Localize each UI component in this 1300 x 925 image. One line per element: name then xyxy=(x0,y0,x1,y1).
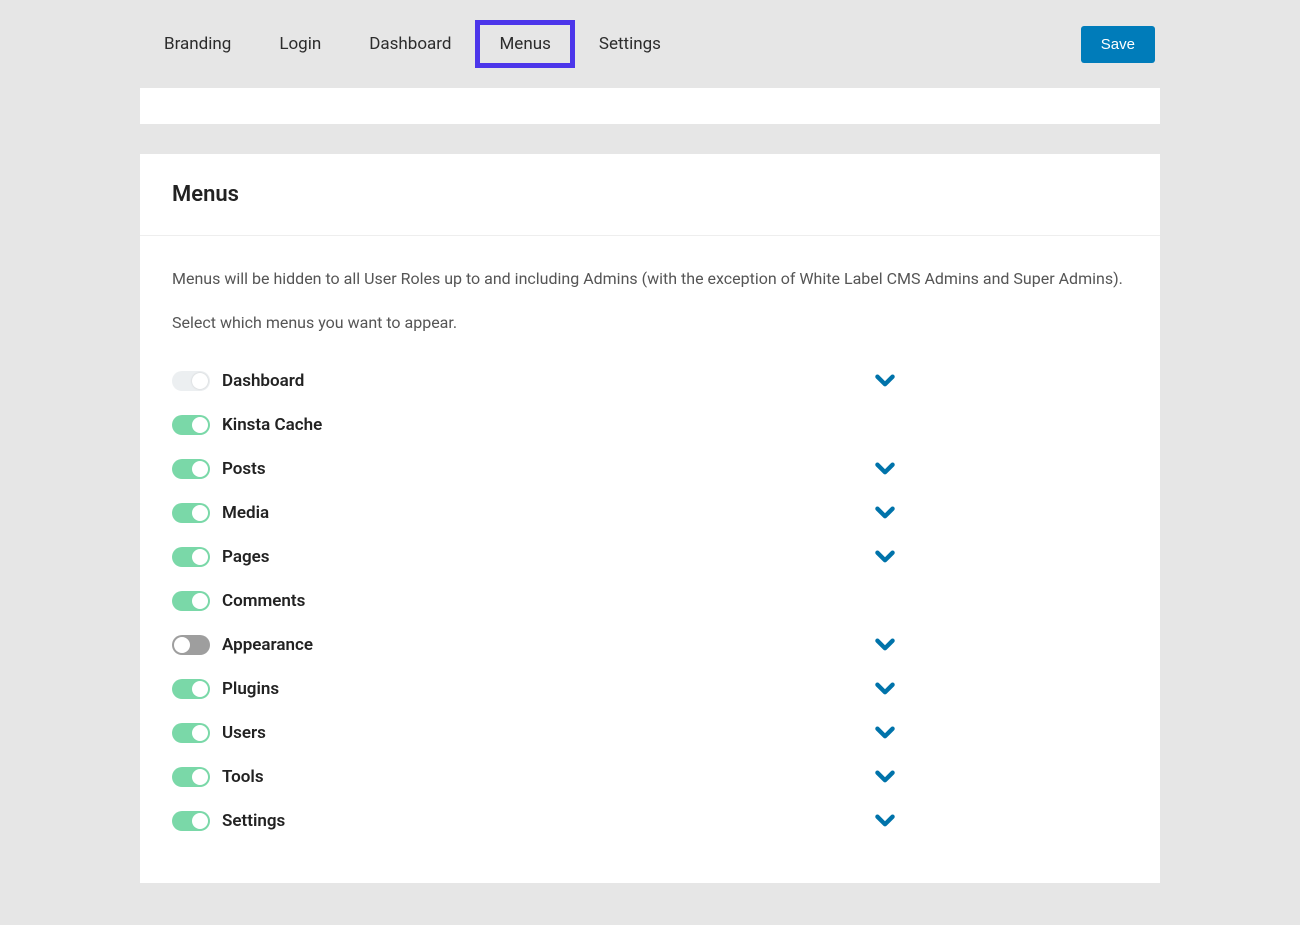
menu-row-label: Appearance xyxy=(222,635,313,655)
chevron-down-icon[interactable] xyxy=(872,764,898,790)
menu-row-label: Users xyxy=(222,723,266,743)
chevron-down-icon[interactable] xyxy=(872,368,898,394)
toggle-knob xyxy=(192,813,208,829)
menu-row-label: Media xyxy=(222,503,269,523)
toggle-knob xyxy=(192,417,208,433)
chevron-down-icon[interactable] xyxy=(872,808,898,834)
toggle-comments[interactable] xyxy=(172,591,210,611)
menu-row: Posts xyxy=(172,447,1128,491)
menu-row-list: Dashboard Kinsta Cache Posts Media Pages Comm… xyxy=(172,359,1128,843)
toggle-tools[interactable] xyxy=(172,767,210,787)
panel-description-2: Select which menus you want to appear. xyxy=(172,310,1128,336)
tab-settings[interactable]: Settings xyxy=(575,20,685,68)
top-bar: BrandingLoginDashboardMenusSettings Save xyxy=(0,0,1300,88)
chevron-down-icon[interactable] xyxy=(872,544,898,570)
tab-dashboard[interactable]: Dashboard xyxy=(345,20,475,68)
menu-row: Comments xyxy=(172,579,1128,623)
toggle-appearance[interactable] xyxy=(172,635,210,655)
menu-row: Settings xyxy=(172,799,1128,843)
menu-row: Tools xyxy=(172,755,1128,799)
chevron-down-icon[interactable] xyxy=(872,676,898,702)
menu-row-label: Tools xyxy=(222,767,264,787)
toggle-pages[interactable] xyxy=(172,547,210,567)
toggle-plugins[interactable] xyxy=(172,679,210,699)
menu-row: Appearance xyxy=(172,623,1128,667)
menu-row: Kinsta Cache xyxy=(172,403,1128,447)
save-button[interactable]: Save xyxy=(1081,26,1155,63)
tab-menus[interactable]: Menus xyxy=(475,20,574,68)
toggle-knob xyxy=(192,769,208,785)
toggle-users[interactable] xyxy=(172,723,210,743)
tab-list: BrandingLoginDashboardMenusSettings xyxy=(140,20,685,68)
menu-row: Pages xyxy=(172,535,1128,579)
toggle-knob xyxy=(192,461,208,477)
toggle-posts[interactable] xyxy=(172,459,210,479)
menu-row-label: Settings xyxy=(222,811,285,831)
menus-panel: Menus Menus will be hidden to all User R… xyxy=(140,154,1160,883)
panel-body: Menus will be hidden to all User Roles u… xyxy=(140,236,1160,883)
tab-login[interactable]: Login xyxy=(255,20,345,68)
menu-row-label: Kinsta Cache xyxy=(222,415,322,435)
panel-title: Menus xyxy=(140,154,1160,236)
toggle-knob xyxy=(192,373,208,389)
menu-row-label: Posts xyxy=(222,459,266,479)
panel-description-1: Menus will be hidden to all User Roles u… xyxy=(172,266,1128,292)
menu-row: Plugins xyxy=(172,667,1128,711)
chevron-down-icon[interactable] xyxy=(872,632,898,658)
menu-row-label: Plugins xyxy=(222,679,279,699)
toggle-media[interactable] xyxy=(172,503,210,523)
menu-row: Dashboard xyxy=(172,359,1128,403)
toggle-knob xyxy=(192,505,208,521)
menu-row: Media xyxy=(172,491,1128,535)
chevron-down-icon[interactable] xyxy=(872,456,898,482)
panel-spacer xyxy=(140,88,1160,124)
toggle-knob xyxy=(192,593,208,609)
toggle-kinsta-cache[interactable] xyxy=(172,415,210,435)
toggle-dashboard[interactable] xyxy=(172,371,210,391)
toggle-settings[interactable] xyxy=(172,811,210,831)
toggle-knob xyxy=(174,637,190,653)
chevron-down-icon[interactable] xyxy=(872,720,898,746)
toggle-knob xyxy=(192,549,208,565)
toggle-knob xyxy=(192,725,208,741)
menu-row-label: Dashboard xyxy=(222,371,304,391)
tab-branding[interactable]: Branding xyxy=(140,20,255,68)
menu-row-label: Pages xyxy=(222,547,270,567)
toggle-knob xyxy=(192,681,208,697)
menu-row: Users xyxy=(172,711,1128,755)
menu-row-label: Comments xyxy=(222,591,305,611)
chevron-down-icon[interactable] xyxy=(872,500,898,526)
